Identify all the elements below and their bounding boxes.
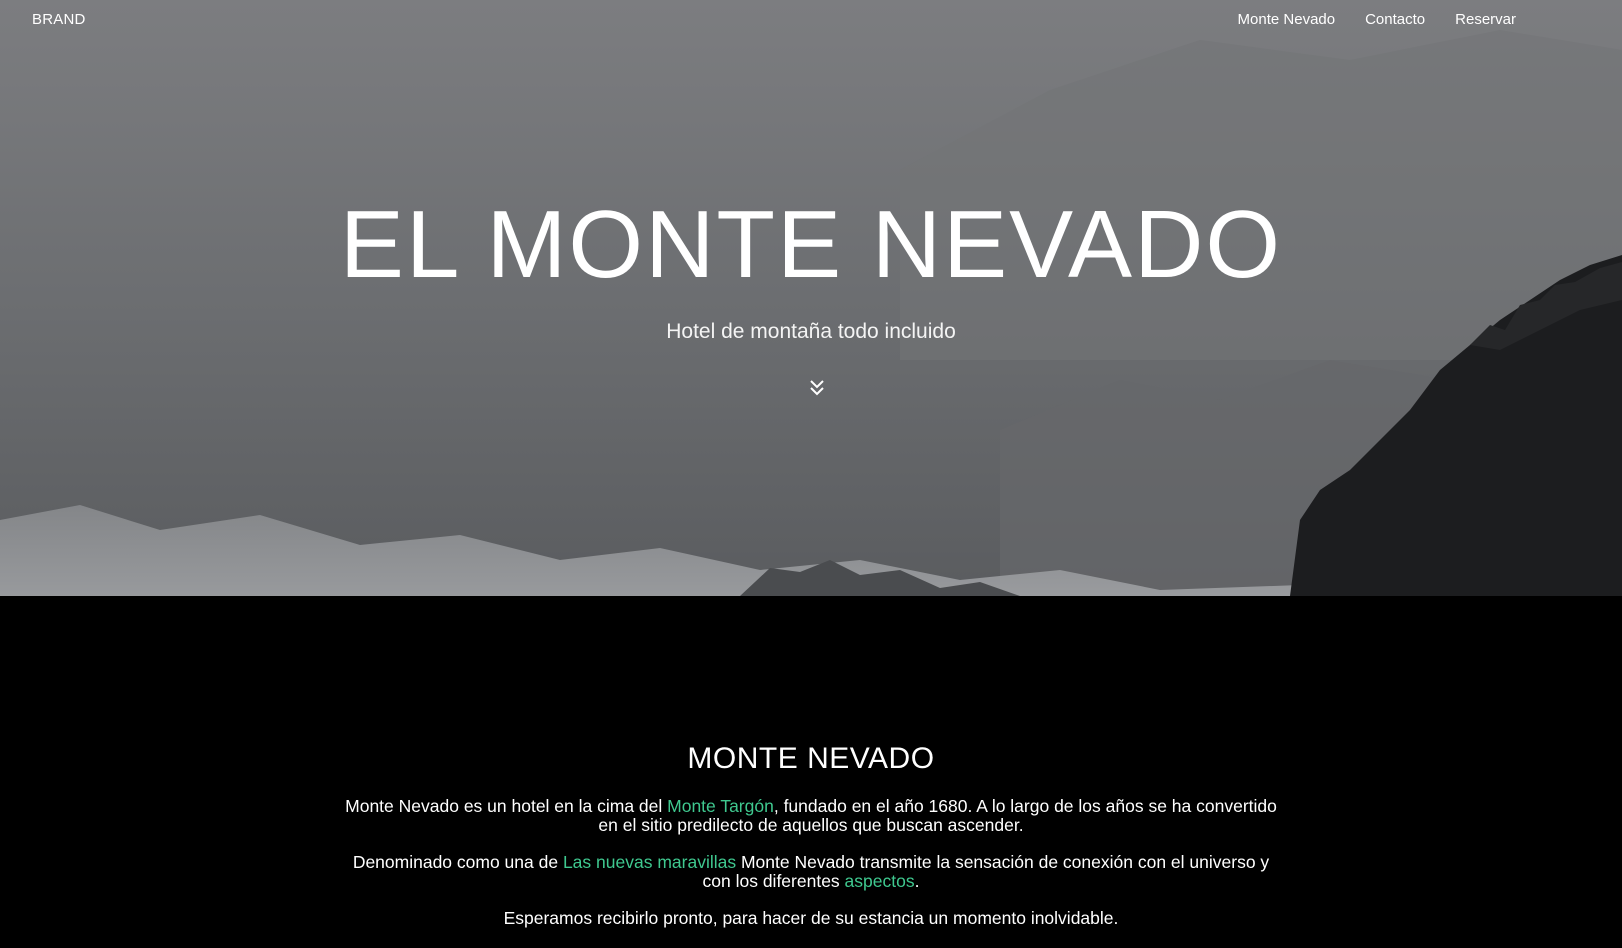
about-p2-text-2: Monte Nevado transmite la sensación de c… xyxy=(702,852,1270,891)
about-paragraph-1: Monte Nevado es un hotel en la cima del … xyxy=(340,797,1282,835)
top-navbar: BRAND Monte Nevado Contacto Reservar xyxy=(0,0,1622,40)
nav-link-monte-nevado[interactable]: Monte Nevado xyxy=(1238,11,1336,28)
brand-logo-link[interactable]: BRAND xyxy=(32,11,86,28)
hero-subtitle: Hotel de montaña todo incluido xyxy=(666,320,956,343)
link-las-nuevas-maravillas[interactable]: Las nuevas maravillas xyxy=(563,852,736,872)
link-monte-targon[interactable]: Monte Targón xyxy=(667,796,774,816)
link-aspectos[interactable]: aspectos xyxy=(845,871,915,891)
about-heading: MONTE NEVADO xyxy=(687,742,935,775)
hero-title: EL MONTE NEVADO xyxy=(339,191,1283,298)
about-p2-text-1: Denominado como una de xyxy=(352,852,563,872)
nav-link-reservar[interactable]: Reservar xyxy=(1455,11,1516,28)
about-p1-text-1: Monte Nevado es un hotel en la cima del xyxy=(345,796,668,816)
about-p2-text-3: . xyxy=(914,871,920,891)
about-paragraph-3: Esperamos recibirlo pronto, para hacer d… xyxy=(503,908,1119,928)
nav-link-contacto[interactable]: Contacto xyxy=(1365,11,1425,28)
about-paragraph-2: Denominado como una de Las nuevas maravi… xyxy=(340,853,1282,891)
hero-section: BRAND Monte Nevado Contacto Reservar EL … xyxy=(0,0,1622,596)
double-chevron-down-icon[interactable] xyxy=(805,378,829,400)
about-section: MONTE NEVADO Monte Nevado es un hotel en… xyxy=(0,596,1622,948)
nav-menu: Monte Nevado Contacto Reservar xyxy=(1238,11,1516,28)
